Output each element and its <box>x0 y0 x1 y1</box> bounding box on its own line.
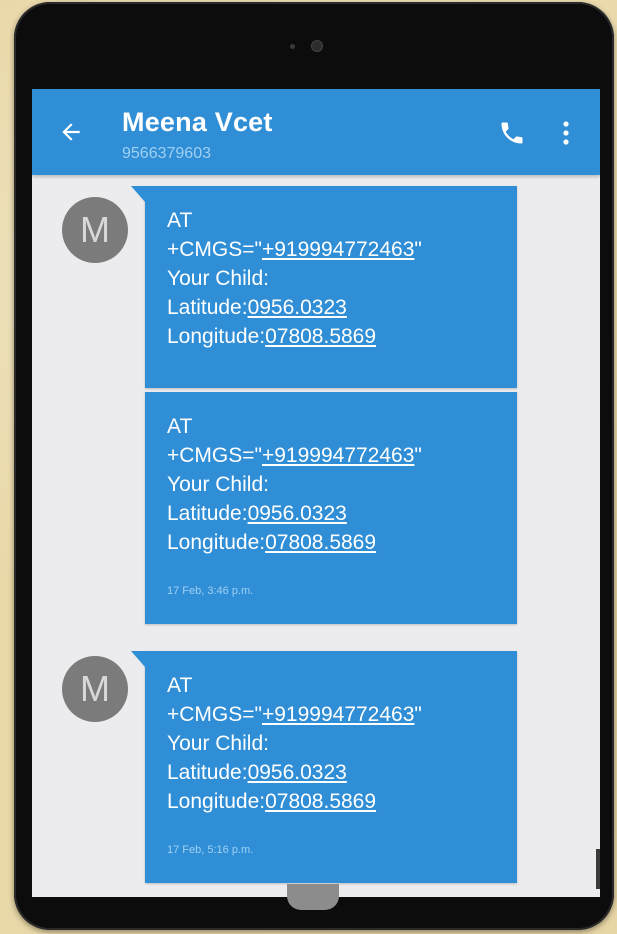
message-timestamp: 17 Feb, 5:16 p.m. <box>167 844 254 856</box>
message-bubble[interactable]: AT +CMGS="+919994772463" Your Child: Lat… <box>145 392 517 624</box>
bubble-tail <box>131 186 145 202</box>
message-line-latitude: Latitude:0956.0323 <box>167 502 347 525</box>
latitude-link[interactable]: 0956.0323 <box>248 761 347 784</box>
message-line-at: AT <box>167 415 193 438</box>
message-bubble[interactable]: AT +CMGS="+919994772463" Your Child: Lat… <box>131 651 517 883</box>
message-line-cmgs: +CMGS="+919994772463" <box>167 444 422 467</box>
sensor-dot <box>290 44 295 49</box>
message-line-longitude: Longitude:07808.5869 <box>167 790 377 813</box>
phone-icon[interactable] <box>498 119 526 147</box>
tablet-device: Meena Vcet 9566379603 M AT +CMGS="+91999… <box>14 2 614 930</box>
phone-link[interactable]: +919994772463 <box>262 238 414 261</box>
phone-link[interactable]: +919994772463 <box>262 703 414 726</box>
contact-number: 9566379603 <box>122 145 211 162</box>
phone-link[interactable]: +919994772463 <box>262 444 414 467</box>
message-line-child: Your Child: <box>167 732 269 755</box>
contact-name: Meena Vcet <box>122 107 273 137</box>
message-line-cmgs: +CMGS="+919994772463" <box>167 703 422 726</box>
back-arrow-icon[interactable] <box>58 119 84 145</box>
message-line-longitude: Longitude:07808.5869 <box>167 325 377 348</box>
scrollbar[interactable] <box>596 849 600 889</box>
conversation-app-bar: Meena Vcet 9566379603 <box>32 89 600 175</box>
front-camera <box>312 41 322 51</box>
more-options-icon[interactable] <box>562 119 570 147</box>
screen: Meena Vcet 9566379603 M AT +CMGS="+91999… <box>32 89 600 897</box>
contact-avatar[interactable]: M <box>62 656 128 722</box>
longitude-link[interactable]: 07808.5869 <box>265 790 376 813</box>
message-timestamp: 17 Feb, 3:46 p.m. <box>167 585 254 597</box>
message-line-cmgs: +CMGS="+919994772463" <box>167 238 422 261</box>
message-line-child: Your Child: <box>167 473 269 496</box>
longitude-link[interactable]: 07808.5869 <box>265 325 376 348</box>
latitude-link[interactable]: 0956.0323 <box>248 296 347 319</box>
message-bubble[interactable]: AT +CMGS="+919994772463" Your Child: Lat… <box>131 186 517 388</box>
longitude-link[interactable]: 07808.5869 <box>265 531 376 554</box>
bubble-tail <box>131 651 145 667</box>
message-line-longitude: Longitude:07808.5869 <box>167 531 377 554</box>
latitude-link[interactable]: 0956.0323 <box>248 502 347 525</box>
message-line-latitude: Latitude:0956.0323 <box>167 761 347 784</box>
contact-avatar[interactable]: M <box>62 197 128 263</box>
home-button[interactable] <box>287 884 339 910</box>
message-line-child: Your Child: <box>167 267 269 290</box>
message-line-at: AT <box>167 209 193 232</box>
message-line-latitude: Latitude:0956.0323 <box>167 296 347 319</box>
message-line-at: AT <box>167 674 193 697</box>
